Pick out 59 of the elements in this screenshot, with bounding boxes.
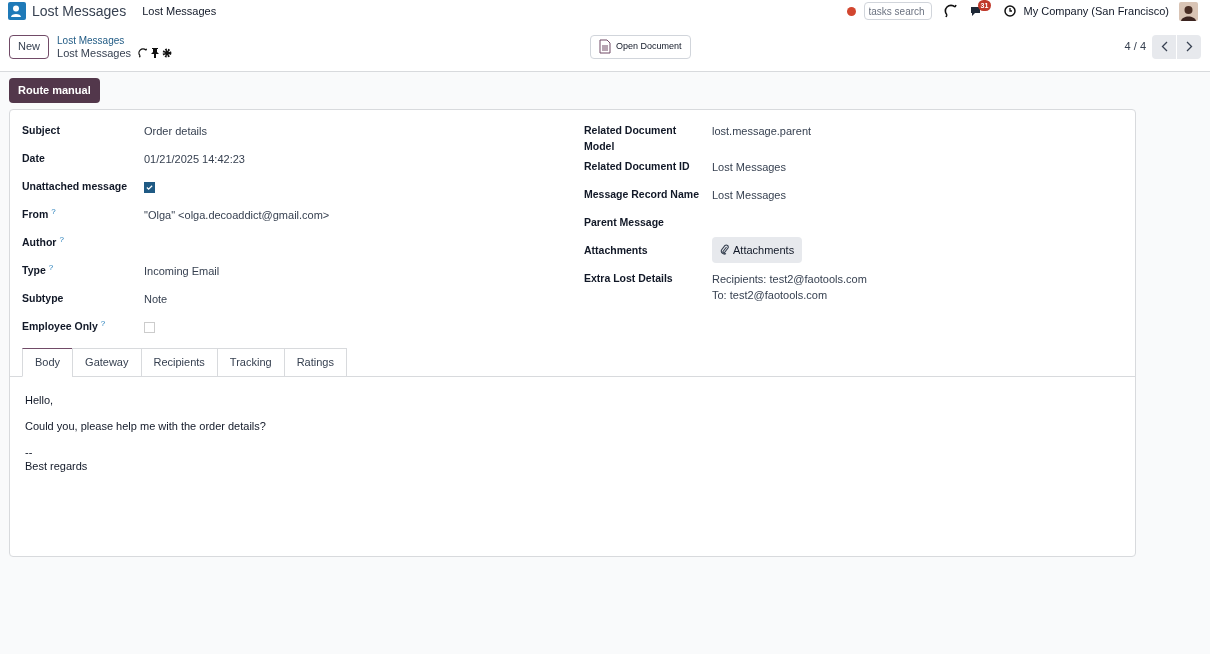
next-button[interactable] <box>1177 34 1201 59</box>
route-manual-button[interactable]: Route manual <box>9 78 100 103</box>
field-label: Related Document ID <box>584 159 690 172</box>
field-label: Parent Message <box>584 215 664 228</box>
refresh-icon[interactable] <box>138 47 148 58</box>
body-paragraph: Hello, <box>25 393 55 407</box>
field-value: Lost Messages <box>712 188 786 201</box>
field-label: From <box>22 208 49 220</box>
field-value: Note <box>144 293 168 305</box>
new-button[interactable]: New <box>9 34 49 59</box>
field-label: Message Record Name <box>584 187 699 200</box>
field-label: Attachments <box>584 243 648 256</box>
field-label: Unattached message <box>22 180 128 192</box>
field-value: Recipients: test2@faotools.com <box>712 271 868 287</box>
previous-button[interactable] <box>1152 34 1176 59</box>
tab[interactable]: Ratings <box>283 348 347 377</box>
check-icon <box>146 184 153 191</box>
help-mark: ? <box>48 263 54 272</box>
field-label: Employee Only <box>22 320 98 332</box>
field-value: Order details <box>144 125 207 137</box>
field-label: Date <box>22 152 45 164</box>
field-label: Related Document Model <box>584 124 677 152</box>
field-label: Type <box>22 264 46 276</box>
refresh-icon[interactable] <box>943 4 958 18</box>
gear-icon[interactable] <box>162 47 172 58</box>
attachments-button[interactable]: Attachments <box>712 236 803 263</box>
tab[interactable]: Gateway <box>72 348 142 377</box>
field-value: To: test2@faotools.com <box>712 288 829 303</box>
field-label: Subtype <box>22 292 64 304</box>
search-field[interactable]: tasks search <box>863 2 932 20</box>
open-document-button[interactable]: Open Document <box>590 34 691 59</box>
breadcrumb-link[interactable]: Lost Messages <box>57 34 172 47</box>
record-title: Lost Messages <box>57 46 131 59</box>
field-label: Author <box>22 236 57 248</box>
company-name[interactable]: My Company (San Francisco) <box>1023 2 1169 20</box>
help-mark: ? <box>59 235 64 244</box>
menu-item[interactable]: Lost Messages <box>142 2 217 20</box>
field-value: Lost Messages <box>712 160 786 173</box>
help-mark: ? <box>51 207 56 216</box>
field-value: lost.message.parent <box>712 125 812 137</box>
clock-icon[interactable] <box>1003 5 1016 17</box>
field-label: Extra Lost Details <box>584 271 673 284</box>
checkbox[interactable] <box>144 182 155 193</box>
chevron-right-icon <box>1185 41 1193 52</box>
pin-icon[interactable] <box>151 47 159 58</box>
body-paragraph: Could you, please help me with the order details? <box>25 419 267 433</box>
pager-counter: 4 / 4 <box>1124 39 1146 55</box>
app-title: Lost Messages <box>32 1 127 21</box>
help-mark: ? <box>100 319 106 328</box>
chevron-left-icon <box>1160 41 1168 52</box>
paperclip-icon <box>720 244 729 256</box>
field-value: "Olga" <olga.decoaddict@gmail.com> <box>144 209 330 221</box>
field-label: Subject <box>22 124 60 136</box>
avatar-icon[interactable] <box>1179 1 1198 21</box>
document-icon <box>599 39 611 54</box>
body-paragraph: -- Best regards <box>25 445 89 473</box>
field-value: Incoming Email <box>144 265 220 277</box>
field-value: 01/21/2025 14:42:23 <box>144 153 245 165</box>
tab[interactable]: Body <box>22 348 74 377</box>
